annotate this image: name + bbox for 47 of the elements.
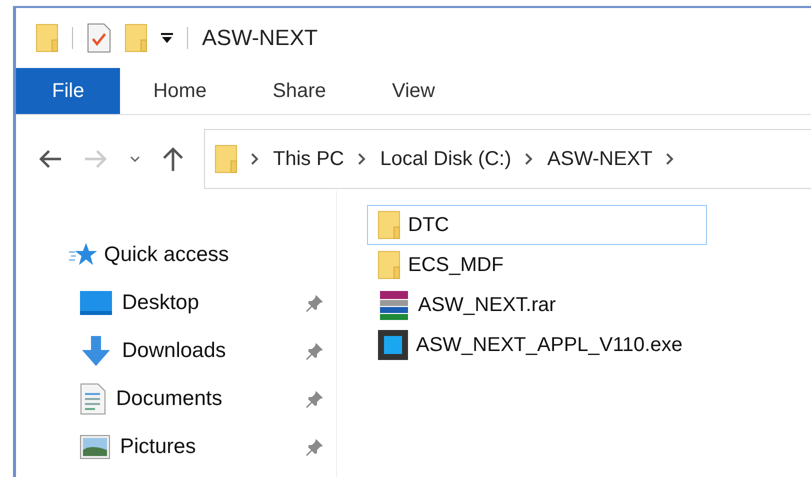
- breadcrumb-item[interactable]: This PC: [273, 148, 344, 170]
- back-arrow-icon[interactable]: [38, 149, 62, 169]
- up-arrow-icon[interactable]: [162, 146, 184, 172]
- chevron-right-icon: [358, 153, 366, 165]
- folder-icon: [378, 211, 400, 239]
- file-row[interactable]: ASW_NEXT.rar: [367, 285, 707, 325]
- pin-icon[interactable]: [306, 342, 324, 360]
- desktop-icon: [80, 291, 112, 315]
- sidebar-item[interactable]: Desktop: [122, 291, 306, 315]
- new-folder-icon: [125, 24, 147, 52]
- folder-icon: [36, 24, 58, 52]
- ribbon-tab[interactable]: File: [16, 68, 120, 114]
- ribbon-tab[interactable]: Home: [120, 68, 240, 114]
- chevron-right-icon: [251, 153, 259, 165]
- books-stack-icon: [378, 289, 410, 321]
- pin-icon[interactable]: [306, 438, 324, 456]
- file-name: ASW_NEXT_APPL_V110.exe: [416, 334, 682, 356]
- file-name: ASW_NEXT.rar: [418, 294, 556, 316]
- folder-icon: [215, 145, 237, 173]
- file-row[interactable]: ECS_MDF: [367, 245, 707, 285]
- address-bar[interactable]: This PC Local Disk (C:) ASW-NEXT: [204, 129, 811, 189]
- file-name: ECS_MDF: [408, 254, 504, 276]
- application-icon: [378, 330, 408, 360]
- breadcrumb-item[interactable]: Local Disk (C:): [380, 148, 512, 170]
- properties-checklist-icon[interactable]: [87, 23, 111, 53]
- sidebar-item[interactable]: Documents: [116, 387, 306, 411]
- document-icon: [80, 383, 106, 415]
- breadcrumb-item[interactable]: ASW-NEXT: [547, 148, 652, 170]
- file-name: DTC: [408, 214, 450, 236]
- star-icon: [68, 242, 98, 268]
- pin-icon[interactable]: [306, 390, 324, 408]
- folder-icon: [378, 251, 400, 279]
- recent-dropdown-icon[interactable]: [130, 156, 140, 162]
- chevron-right-icon: [666, 153, 674, 165]
- sidebar-item[interactable]: Downloads: [122, 339, 306, 363]
- quick-access-label[interactable]: Quick access: [104, 243, 229, 267]
- picture-icon: [80, 435, 110, 459]
- ribbon-tab[interactable]: Share: [240, 68, 359, 114]
- download-arrow-icon: [80, 336, 112, 366]
- pin-icon[interactable]: [306, 294, 324, 312]
- file-row[interactable]: DTC: [367, 205, 707, 245]
- chevron-right-icon: [525, 153, 534, 165]
- window-title: ASW-NEXT: [202, 25, 318, 51]
- file-row[interactable]: ASW_NEXT_APPL_V110.exe: [367, 325, 707, 365]
- sidebar-item[interactable]: Pictures: [120, 435, 306, 459]
- ribbon-tab[interactable]: View: [358, 68, 468, 114]
- customize-dropdown-icon[interactable]: [161, 32, 173, 44]
